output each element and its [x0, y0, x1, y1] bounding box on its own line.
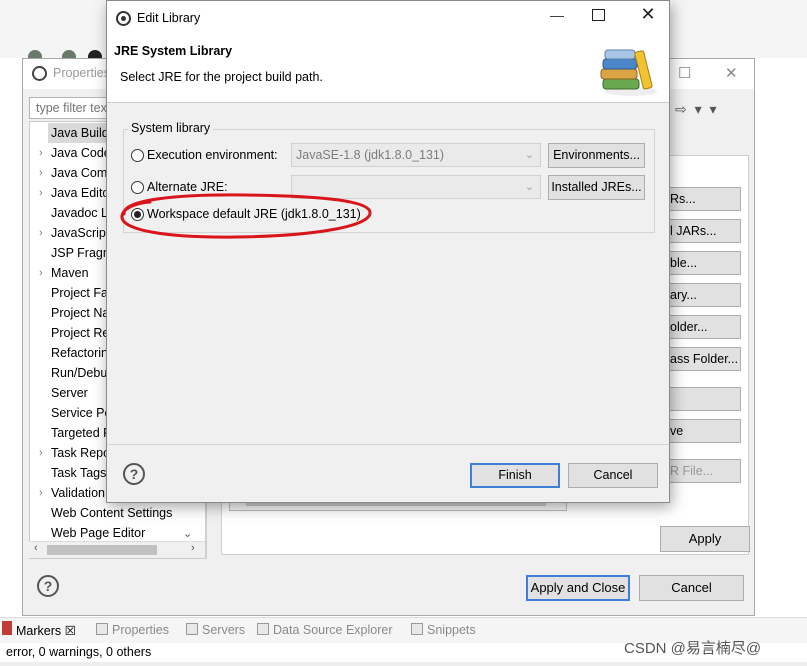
dialog-header: JRE System Library Select JRE for the pr…	[107, 35, 669, 103]
status-bar	[0, 662, 807, 666]
footer-divider	[107, 444, 669, 445]
expand-arrow-icon[interactable]: ›	[39, 223, 49, 243]
maximize-icon[interactable]: ☐	[678, 64, 694, 82]
environments-button[interactable]: Environments...	[548, 143, 645, 168]
servers-icon	[186, 623, 198, 635]
tree-item-label: Task Tags	[51, 466, 107, 480]
build-path-side-button[interactable]	[659, 387, 741, 411]
library-books-icon	[600, 49, 657, 96]
properties-icon	[96, 623, 108, 635]
build-path-side-button[interactable]: ble...	[659, 251, 741, 275]
eclipse-app-icon	[32, 66, 47, 81]
tree-item-label: Java Editor	[51, 186, 114, 200]
execution-environment-radio[interactable]	[131, 149, 144, 162]
close-icon[interactable]: ✕	[725, 64, 741, 82]
markers-icon	[2, 621, 12, 635]
help-icon[interactable]: ?	[123, 463, 145, 485]
cancel-button[interactable]: Cancel	[639, 575, 744, 601]
tree-item[interactable]: Web Page Editor	[30, 523, 206, 543]
scroll-thumb[interactable]	[47, 545, 157, 555]
watermark: CSDN @易言楠尽@	[624, 640, 762, 657]
tab-data-source-explorer[interactable]: Data Source Explorer	[257, 623, 393, 637]
tree-item-label: Maven	[51, 266, 89, 280]
tab-servers[interactable]: Servers	[186, 623, 245, 637]
tab-properties[interactable]: Properties	[96, 623, 169, 637]
tree-scroll-down-icon[interactable]: ⌄	[183, 527, 192, 540]
build-path-side-button[interactable]: R File...	[659, 459, 741, 483]
data-source-icon	[257, 623, 269, 635]
expand-arrow-icon[interactable]: ›	[39, 163, 49, 183]
tree-item[interactable]: Web Content Settings	[30, 503, 206, 523]
tree-item-label: Web Content Settings	[51, 506, 173, 520]
build-path-side-button[interactable]: Rs...	[659, 187, 741, 211]
dialog-title: Edit Library	[137, 11, 201, 25]
alternate-jre-radio[interactable]	[131, 181, 144, 194]
alternate-jre-select[interactable]: ⌄	[291, 175, 541, 199]
help-icon[interactable]: ?	[37, 575, 59, 597]
eclipse-app-icon	[116, 11, 131, 26]
markers-status: error, 0 warnings, 0 others	[6, 645, 152, 659]
installed-jres-button[interactable]: Installed JREs...	[548, 175, 645, 200]
build-path-side-button[interactable]: ary...	[659, 283, 741, 307]
navigation-arrows[interactable]: ⇨ ▾ ▾	[675, 101, 719, 118]
expand-arrow-icon[interactable]: ›	[39, 443, 49, 463]
build-path-side-button[interactable]: older...	[659, 315, 741, 339]
apply-button[interactable]: Apply	[660, 526, 750, 552]
expand-arrow-icon[interactable]: ›	[39, 183, 49, 203]
tree-item-label: JavaScript	[51, 226, 110, 240]
execution-environment-label: Execution environment:	[147, 148, 278, 162]
tree-horizontal-scrollbar[interactable]: ‹ ›	[29, 541, 207, 558]
header-description: Select JRE for the project build path.	[120, 70, 323, 84]
alternate-jre-label: Alternate JRE:	[147, 180, 228, 194]
build-path-side-button[interactable]: l JARs...	[659, 219, 741, 243]
workspace-default-jre-label: Workspace default JRE (jdk1.8.0_131)	[147, 207, 361, 221]
workspace-default-jre-radio[interactable]	[131, 208, 144, 221]
chevron-down-icon: ⌄	[524, 181, 534, 193]
apply-and-close-button[interactable]: Apply and Close	[526, 575, 630, 601]
header-title: JRE System Library	[114, 44, 233, 58]
tree-item-label: Server	[51, 386, 88, 400]
expand-arrow-icon[interactable]: ›	[39, 143, 49, 163]
finish-button[interactable]: Finish	[470, 463, 560, 488]
minimize-icon[interactable]: —	[547, 7, 567, 27]
cancel-button[interactable]: Cancel	[568, 463, 658, 488]
execution-environment-select[interactable]: JavaSE-1.8 (jdk1.8.0_131) ⌄	[291, 143, 541, 167]
dialog-titlebar: Edit Library — ✕	[107, 1, 669, 35]
tab-snippets[interactable]: Snippets	[411, 623, 476, 637]
execution-environment-value: JavaSE-1.8 (jdk1.8.0_131)	[296, 148, 445, 162]
build-path-side-button[interactable]: ve	[659, 419, 741, 443]
scroll-left-icon[interactable]: ‹	[34, 542, 38, 554]
build-path-side-button[interactable]: ass Folder...	[659, 347, 741, 371]
tab-markers[interactable]: Markers ☒	[16, 623, 76, 638]
close-icon[interactable]: ✕	[637, 4, 659, 26]
close-tab-icon[interactable]: ☒	[65, 624, 76, 638]
tree-item-label: Validation	[51, 486, 105, 500]
snippets-icon	[411, 623, 423, 635]
maximize-icon[interactable]	[592, 9, 605, 21]
group-label: System library	[128, 121, 214, 135]
expand-arrow-icon[interactable]: ›	[39, 483, 49, 503]
expand-arrow-icon[interactable]: ›	[39, 263, 49, 283]
edit-library-dialog: Edit Library — ✕ JRE System Library Sele…	[106, 0, 670, 503]
properties-title: Properties	[53, 66, 110, 80]
scroll-right-icon[interactable]: ›	[191, 542, 195, 554]
chevron-down-icon: ⌄	[524, 149, 534, 161]
tree-item-label: Web Page Editor	[51, 526, 146, 540]
